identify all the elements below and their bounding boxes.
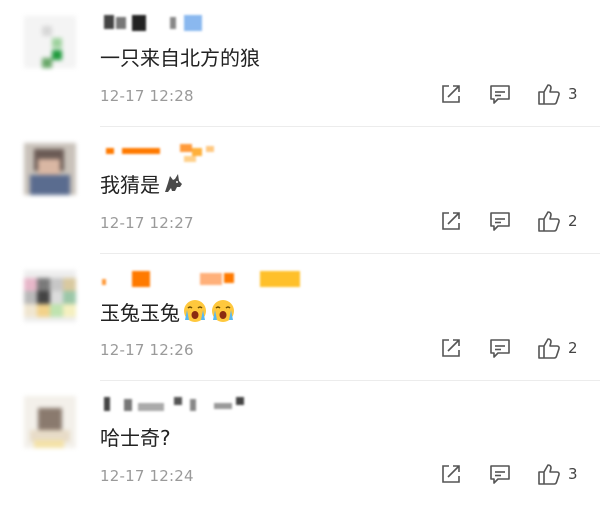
comment-icon[interactable] (488, 337, 512, 359)
comment-text: 我猜是 (100, 171, 186, 199)
username-blurred[interactable] (100, 269, 320, 289)
like-count: 2 (568, 339, 578, 357)
comment-time: 12-17 12:24 (100, 467, 194, 485)
comment-item: 我猜是 12-17 12:27 2 (0, 127, 600, 254)
comment-item: 一只来自北方的狼 12-17 12:28 3 (0, 0, 600, 127)
share-icon[interactable] (440, 83, 462, 105)
share-icon[interactable] (440, 337, 462, 359)
like-button[interactable]: 3 (537, 83, 589, 105)
like-count: 3 (568, 465, 578, 483)
username-blurred[interactable] (100, 142, 320, 162)
username-blurred[interactable] (100, 15, 320, 35)
avatar[interactable] (24, 16, 76, 68)
like-count: 3 (568, 85, 578, 103)
like-button[interactable]: 3 (537, 463, 589, 485)
comment-text-content: 一只来自北方的狼 (100, 46, 260, 70)
comment-icon[interactable] (488, 463, 512, 485)
comment-icon[interactable] (488, 210, 512, 232)
comment-text: 哈士奇? (100, 424, 171, 452)
like-button[interactable]: 2 (537, 337, 589, 359)
comment-text: 玉兔玉兔 (100, 298, 236, 326)
thumbs-up-icon (538, 464, 560, 485)
comment-icon[interactable] (488, 83, 512, 105)
comment-text: 一只来自北方的狼 (100, 44, 260, 72)
comment-text-content: 哈士奇? (100, 426, 171, 450)
crying-face-emoji (182, 298, 208, 331)
avatar[interactable] (24, 270, 76, 322)
comment-time: 12-17 12:27 (100, 214, 194, 232)
username-blurred[interactable] (100, 395, 320, 415)
comment-text-content: 我猜是 (100, 173, 160, 197)
thumbs-up-icon (538, 84, 560, 105)
thumbs-up-icon (538, 211, 560, 232)
like-count: 2 (568, 212, 578, 230)
crying-face-emoji (210, 298, 236, 331)
share-icon[interactable] (440, 210, 462, 232)
comment-item: 哈士奇? 12-17 12:24 3 (0, 380, 600, 507)
comment-time: 12-17 12:26 (100, 341, 194, 359)
comment-item: 玉兔玉兔 12-17 12:26 2 (0, 254, 600, 381)
like-button[interactable]: 2 (537, 210, 589, 232)
comment-time: 12-17 12:28 (100, 87, 194, 105)
thumbs-up-icon (538, 338, 560, 359)
comment-text-content: 玉兔玉兔 (100, 301, 180, 325)
avatar[interactable] (24, 143, 76, 195)
share-icon[interactable] (440, 463, 462, 485)
avatar[interactable] (24, 396, 76, 448)
wolf-emoji (162, 171, 186, 202)
